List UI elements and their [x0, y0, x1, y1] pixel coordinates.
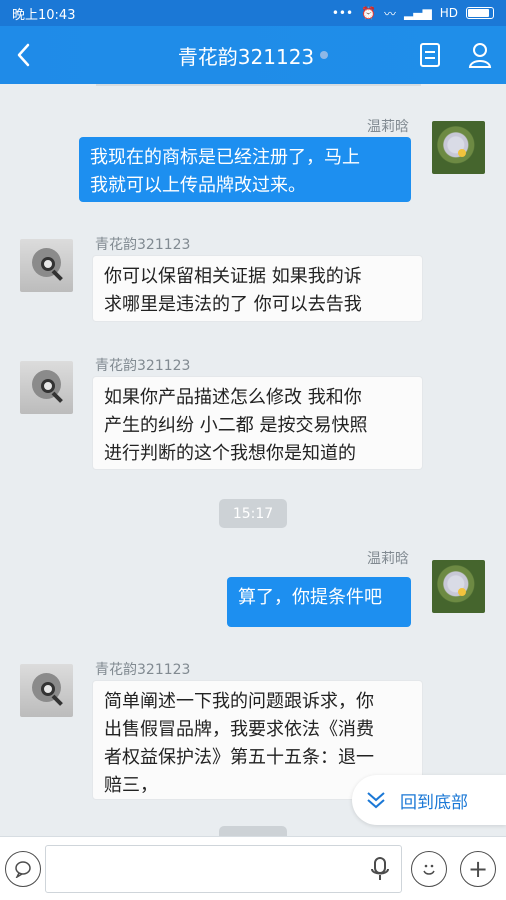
- status-bar: 晚上10:43 ••• ⏰ 〰 ▂▄▆ HD: [0, 0, 506, 26]
- message-line: 算了，你提条件吧: [238, 587, 382, 608]
- profile-button[interactable]: [464, 39, 496, 71]
- sender-name: 青花韵321123: [95, 358, 191, 374]
- back-to-bottom-label: 回到底部: [400, 792, 468, 813]
- avatar: [432, 560, 485, 613]
- battery-icon: [466, 7, 494, 19]
- back-arrow-icon: [17, 43, 30, 67]
- avatar: [20, 239, 73, 292]
- message-line: 进行判断的这个我想你是知道的: [104, 443, 356, 464]
- chat-header: 青花韵321123: [0, 26, 506, 84]
- message-input[interactable]: [45, 845, 402, 893]
- plus-icon: +: [467, 855, 489, 883]
- double-chevron-down-icon: [367, 792, 385, 809]
- message-line: 你可以保留相关证据 如果我的诉: [104, 266, 362, 287]
- more-dots-icon: •••: [331, 6, 354, 20]
- message-bubble[interactable]: 如果你产品描述怎么修改 我和你 产生的纠纷 小二都 是按交易快照 进行判断的这个…: [92, 376, 423, 470]
- message-line: 我就可以上传品牌改过来。: [90, 175, 306, 196]
- back-to-bottom-button[interactable]: 回到底部: [352, 775, 506, 825]
- chat-area[interactable]: 温莉晗 我现在的商标是已经注册了，马上 我就可以上传品牌改过来。 青花韵3211…: [0, 84, 506, 836]
- message-line: 求哪里是违法的了 你可以去告我: [104, 294, 362, 315]
- message-line: 简单阐述一下我的问题跟诉求，你: [104, 691, 374, 712]
- alarm-icon: ⏰: [361, 6, 377, 20]
- avatar: [20, 664, 73, 717]
- sender-name: 青花韵321123: [95, 662, 191, 678]
- message-line: 产生的纠纷 小二都 是按交易快照: [104, 415, 368, 436]
- timestamp-pill-partial: [219, 826, 287, 836]
- status-time: 晚上10:43: [12, 7, 76, 23]
- signal-icon: ▂▄▆: [404, 6, 432, 20]
- back-button[interactable]: [0, 26, 48, 84]
- chat-bubble-button[interactable]: [5, 851, 41, 887]
- avatar: [20, 361, 73, 414]
- profile-icon: [468, 43, 492, 68]
- plus-button[interactable]: +: [460, 851, 496, 887]
- wifi-icon: 〰: [384, 6, 397, 21]
- timestamp-pill: 15:17: [219, 499, 287, 528]
- message-input-bar: +: [0, 836, 506, 900]
- message-line: 如果你产品描述怎么修改 我和你: [104, 387, 362, 408]
- document-icon: [420, 43, 440, 67]
- network-label: HD: [439, 6, 458, 20]
- chat-title: 青花韵321123: [177, 44, 315, 69]
- avatar: [432, 121, 485, 174]
- message-bubble[interactable]: 你可以保留相关证据 如果我的诉 求哪里是违法的了 你可以去告我: [92, 255, 423, 322]
- message-line: 者权益保护法》第五十五条：退一: [104, 747, 374, 768]
- emoji-button[interactable]: [411, 851, 447, 887]
- previous-message-edge: [96, 84, 421, 86]
- emoji-icon: [423, 864, 435, 875]
- chat-bubble-icon: [15, 861, 31, 878]
- online-status-dot: [320, 51, 329, 59]
- sender-name: 青花韵321123: [95, 237, 191, 253]
- sender-name: 温莉晗: [367, 551, 409, 567]
- message-bubble[interactable]: 算了，你提条件吧: [227, 577, 411, 627]
- sender-name: 温莉晗: [367, 119, 409, 135]
- message-line: 出售假冒品牌，我要求依法《消费: [104, 719, 374, 740]
- message-bubble[interactable]: 我现在的商标是已经注册了，马上 我就可以上传品牌改过来。: [79, 137, 411, 202]
- message-line: 我现在的商标是已经注册了，马上: [90, 147, 360, 168]
- document-button[interactable]: [414, 39, 446, 71]
- microphone-icon[interactable]: [366, 855, 394, 883]
